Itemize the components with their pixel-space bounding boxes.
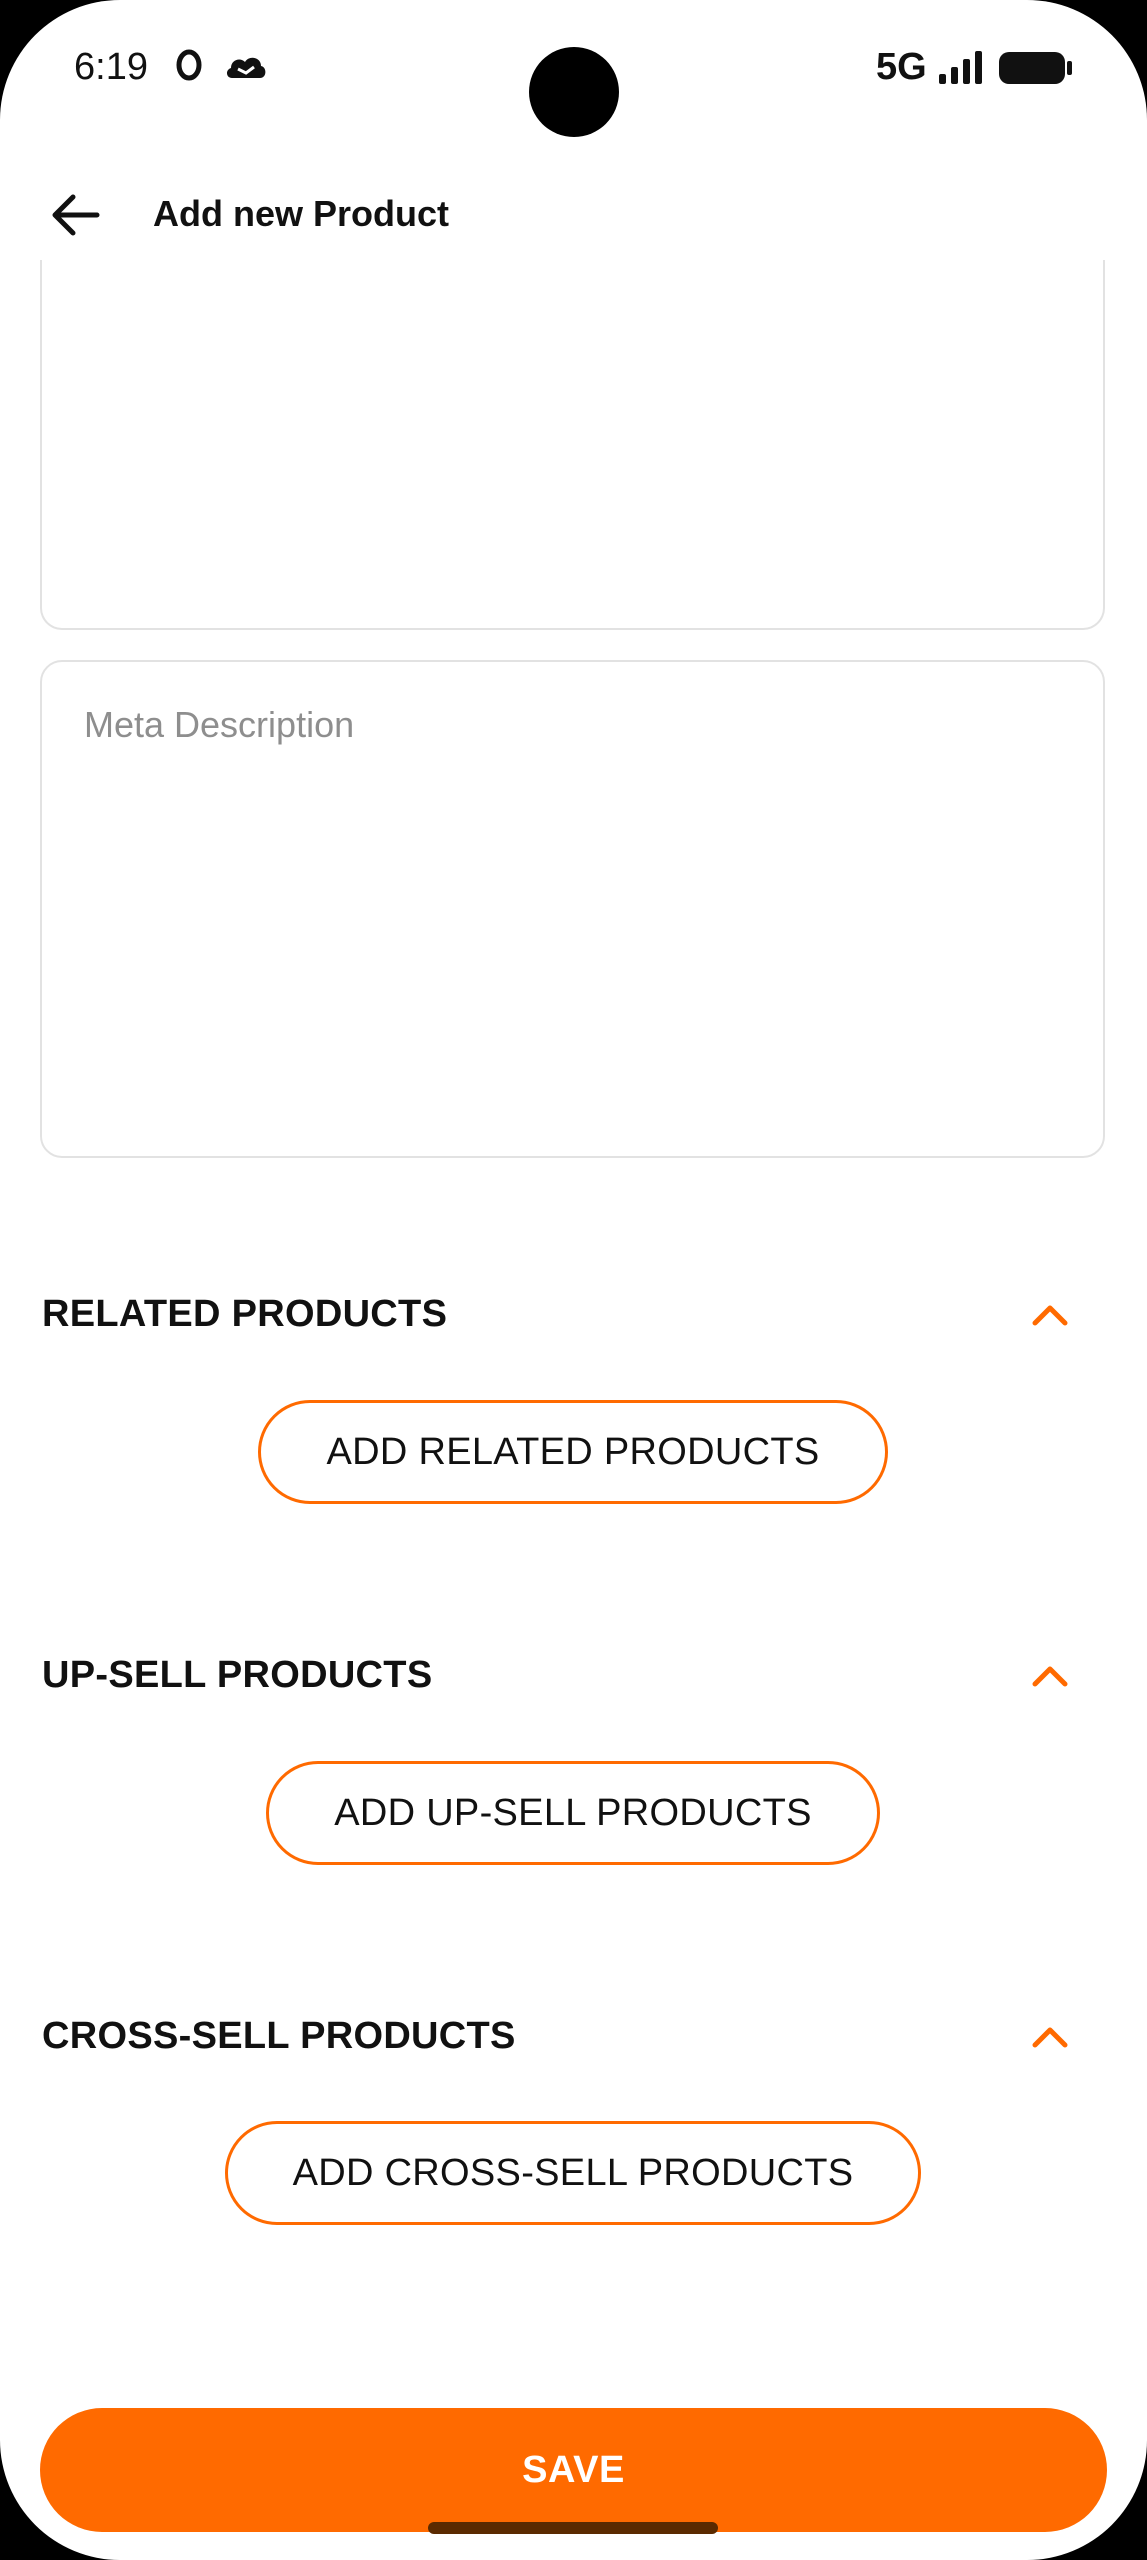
arrow-left-icon: [52, 194, 100, 236]
status-time: 6:19: [74, 46, 148, 88]
front-camera: [529, 47, 619, 137]
screen: 6:19 5G Add new Product Meta Description…: [0, 0, 1147, 2560]
meta-description-input[interactable]: [42, 662, 1103, 1156]
related-products-title: RELATED PRODUCTS: [42, 1293, 448, 1335]
meta-description-field[interactable]: [40, 660, 1105, 1158]
home-indicator: [428, 2522, 718, 2534]
chevron-up-icon[interactable]: [1027, 2019, 1073, 2053]
signal-icon: [939, 51, 982, 84]
battery-icon: [999, 52, 1072, 84]
cross-sell-products-header[interactable]: CROSS-SELL PRODUCTS: [42, 2007, 1107, 2067]
related-products-header[interactable]: RELATED PRODUCTS: [42, 1285, 1107, 1345]
app-bar: Add new Product: [0, 155, 1147, 275]
up-sell-products-title: UP-SELL PRODUCTS: [42, 1654, 433, 1696]
cloud-icon: [226, 57, 266, 78]
text-area-field[interactable]: [40, 260, 1105, 630]
chevron-up-icon[interactable]: [1027, 1297, 1073, 1331]
back-button[interactable]: [40, 180, 110, 250]
network-type: 5G: [876, 46, 927, 88]
add-related-products-button[interactable]: ADD RELATED PRODUCTS: [258, 1400, 888, 1504]
add-cross-sell-products-button[interactable]: ADD CROSS-SELL PRODUCTS: [225, 2121, 921, 2225]
save-button[interactable]: SAVE: [40, 2408, 1107, 2532]
add-up-sell-products-button[interactable]: ADD UP-SELL PRODUCTS: [266, 1761, 880, 1865]
page-title: Add new Product: [153, 193, 449, 234]
status-bar: 6:19 5G: [0, 0, 1147, 140]
chevron-up-icon[interactable]: [1027, 1658, 1073, 1692]
o-notification-icon: [176, 49, 202, 81]
add-cross-sell-products-label: ADD CROSS-SELL PRODUCTS: [292, 2151, 854, 2194]
phone-frame: 6:19 5G Add new Product Meta Description…: [0, 0, 1147, 2560]
add-up-sell-products-label: ADD UP-SELL PRODUCTS: [334, 1791, 812, 1834]
save-label: SAVE: [522, 2448, 625, 2491]
cross-sell-products-title: CROSS-SELL PRODUCTS: [42, 2015, 516, 2057]
add-related-products-label: ADD RELATED PRODUCTS: [326, 1430, 820, 1473]
up-sell-products-header[interactable]: UP-SELL PRODUCTS: [42, 1646, 1107, 1706]
